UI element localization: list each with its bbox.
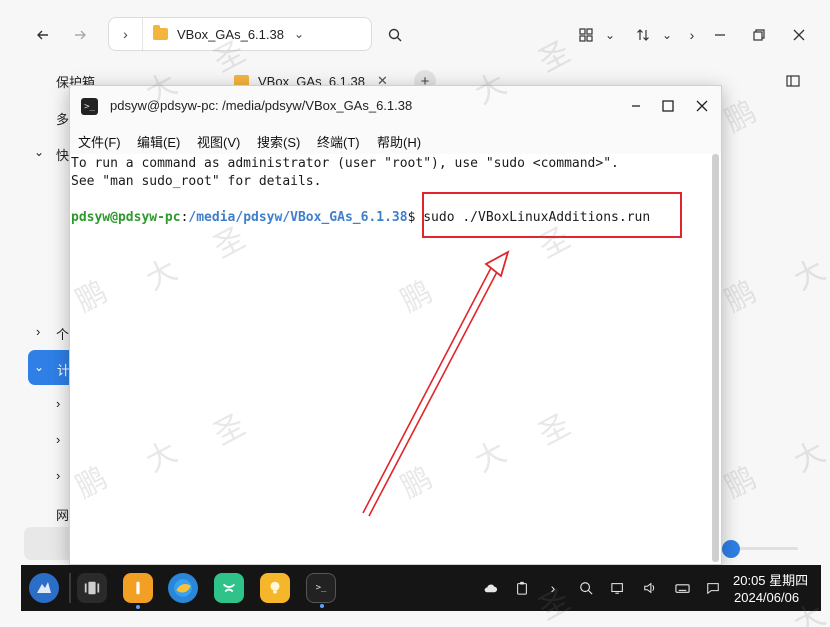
search-button[interactable]	[386, 26, 404, 44]
chevron-right-icon[interactable]: ›	[544, 579, 562, 597]
close-icon	[793, 29, 805, 41]
arrow-left-icon	[37, 30, 48, 40]
sidebar-item-quick[interactable]: 快	[56, 145, 69, 164]
taskbar: >_ › 20:05 星期四 2024/06/06	[21, 565, 821, 611]
menu-search[interactable]: 搜索(S)	[257, 132, 300, 151]
search-icon[interactable]	[577, 579, 595, 597]
sidebar-toggle-button[interactable]	[784, 72, 802, 90]
weather-cloud-icon[interactable]	[481, 579, 499, 597]
sidebar-bottom-item[interactable]	[24, 527, 72, 560]
chevron-down-icon[interactable]: ⌄	[294, 27, 304, 41]
menu-edit[interactable]: 编辑(E)	[137, 132, 180, 151]
menu-help[interactable]: 帮助(H)	[377, 132, 421, 151]
chevron-right-icon[interactable]: ›	[56, 396, 60, 411]
screen-share-icon[interactable]	[609, 579, 627, 597]
chevron-right-icon[interactable]: ›	[36, 324, 40, 339]
multitask-view-icon[interactable]	[77, 573, 107, 603]
path-label: VBox_GAs_6.1.38	[177, 26, 284, 42]
sort-button[interactable]	[634, 26, 652, 44]
more-chevron-icon[interactable]: ›	[684, 26, 700, 44]
terminal-titlebar[interactable]: >_ pdsyw@pdsyw-pc: /media/pdsyw/VBox_GAs…	[70, 86, 721, 126]
view-dropdown-chevron-icon[interactable]: ⌄	[602, 26, 618, 44]
slider-handle[interactable]	[722, 540, 740, 558]
notification-icon[interactable]	[704, 579, 722, 597]
minimize-icon	[715, 34, 725, 36]
terminal-line: To run a command as administrator (user …	[71, 156, 619, 171]
arrow-right-icon	[75, 30, 86, 40]
prompt-path: /media/pdsyw/VBox_GAs_6.1.38	[188, 210, 408, 225]
sort-dropdown-chevron-icon[interactable]: ⌄	[659, 26, 675, 44]
sort-icon	[637, 29, 649, 41]
terminal-scrollbar[interactable]	[712, 154, 719, 562]
running-indicator	[320, 604, 324, 608]
volume-icon[interactable]	[641, 579, 659, 597]
minimize-button[interactable]	[711, 26, 729, 44]
chevron-right-icon[interactable]: ›	[56, 468, 60, 483]
icon-size-slider[interactable]	[732, 547, 798, 550]
chevron-right-icon[interactable]: ›	[56, 432, 60, 447]
terminal-menubar: 文件(F) 编辑(E) 视图(V) 搜索(S) 终端(T) 帮助(H)	[70, 126, 721, 154]
clock-date[interactable]: 2024/06/06	[734, 590, 799, 605]
running-indicator	[136, 605, 140, 609]
sidebar-item-personal[interactable]: 个	[56, 324, 69, 343]
path-bar[interactable]: › VBox_GAs_6.1.38 ⌄	[108, 17, 372, 51]
file-manager-app-icon[interactable]	[123, 573, 153, 609]
chevron-down-icon[interactable]: ⌄	[34, 145, 44, 159]
folder-icon	[153, 25, 168, 40]
chevron-right-icon[interactable]: ›	[109, 18, 143, 50]
menu-file[interactable]: 文件(F)	[78, 132, 121, 151]
sidebar-toggle-icon	[786, 75, 800, 87]
clipboard-icon[interactable]	[513, 579, 531, 597]
maximize-icon	[662, 100, 674, 112]
sidebar-item-network[interactable]: 网	[56, 505, 69, 524]
terminal-app-icon: >_	[81, 98, 98, 115]
terminal-line: See "man sudo_root" for details.	[71, 174, 322, 189]
minimize-icon	[632, 105, 640, 107]
browser-icon[interactable]	[168, 573, 198, 603]
taskbar-divider	[69, 573, 71, 603]
terminal-title: pdsyw@pdsyw-pc: /media/pdsyw/VBox_GAs_6.…	[110, 98, 413, 113]
forward-button[interactable]	[71, 26, 89, 44]
grid-view-button[interactable]	[577, 26, 595, 44]
close-button[interactable]	[790, 26, 808, 44]
terminal-maximize-button[interactable]	[658, 96, 678, 116]
menu-terminal[interactable]: 终端(T)	[317, 132, 360, 151]
restore-icon	[753, 29, 765, 41]
search-icon	[388, 28, 402, 42]
chevron-down-icon[interactable]: ⌄	[34, 360, 44, 374]
terminal-close-button[interactable]	[692, 96, 712, 116]
sidebar-item-multi[interactable]: 多	[56, 109, 69, 128]
restore-button[interactable]	[750, 26, 768, 44]
terminal-window: >_ pdsyw@pdsyw-pc: /media/pdsyw/VBox_GAs…	[69, 85, 722, 565]
launcher-icon[interactable]	[29, 573, 59, 603]
app-store-icon[interactable]	[214, 573, 244, 603]
close-icon	[696, 100, 708, 112]
terminal-minimize-button[interactable]	[626, 96, 646, 116]
back-button[interactable]	[34, 26, 52, 44]
command-highlight-box	[422, 192, 682, 238]
keyboard-icon[interactable]	[673, 579, 691, 597]
clock-time[interactable]: 20:05 星期四	[733, 570, 808, 589]
tips-icon[interactable]	[260, 573, 290, 603]
menu-view[interactable]: 视图(V)	[197, 132, 240, 151]
grid-view-icon	[579, 28, 593, 42]
terminal-app-icon[interactable]: >_	[306, 573, 336, 608]
prompt-user: pdsyw@pdsyw-pc	[71, 210, 181, 225]
